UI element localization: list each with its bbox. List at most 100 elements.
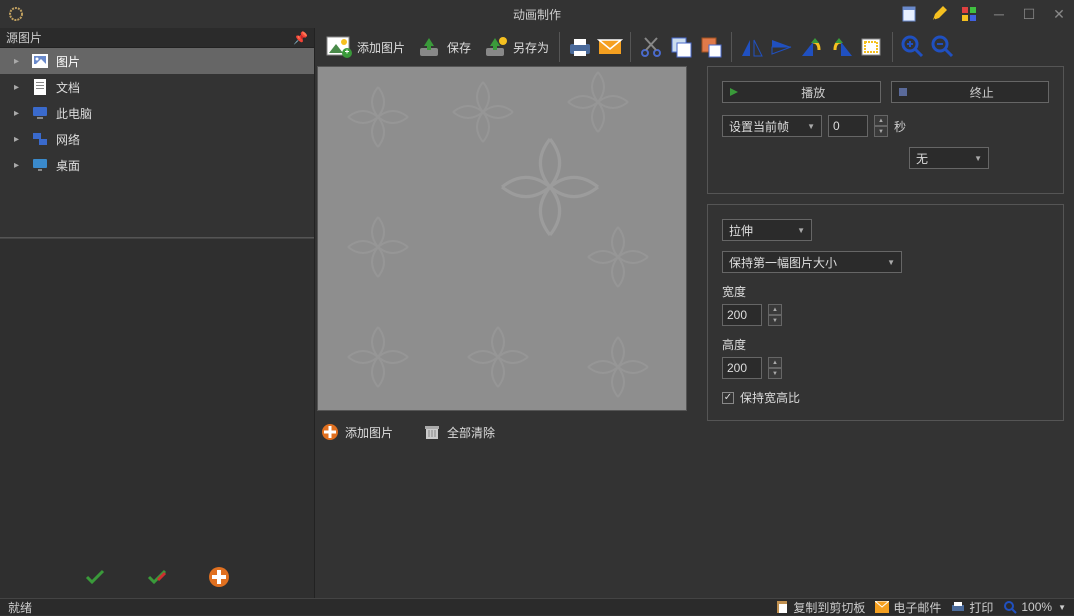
clipboard-icon [775, 600, 789, 614]
main-area: 源图片 📌 ▸ 图片 ▸ 文档 ▸ 此电脑 ▸ 网络 [0, 28, 1074, 598]
zoom-in-button[interactable] [899, 33, 927, 61]
crop-button[interactable] [858, 33, 886, 61]
tree-label: 文档 [56, 79, 80, 96]
saveas-label: 另存为 [513, 39, 549, 56]
width-spinner[interactable]: ▲▼ [768, 304, 782, 326]
width-input[interactable]: 200 [722, 304, 762, 326]
image-folder-icon [32, 53, 48, 69]
cut-button[interactable] [637, 33, 665, 61]
flip-h-button[interactable] [738, 33, 766, 61]
tree-item-desktop[interactable]: ▸ 桌面 [0, 152, 314, 178]
sidebar: 源图片 📌 ▸ 图片 ▸ 文档 ▸ 此电脑 ▸ 网络 [0, 28, 315, 598]
tree-item-documents[interactable]: ▸ 文档 [0, 74, 314, 100]
film-add-button[interactable]: 添加图片 [321, 423, 393, 441]
status-clipboard-button[interactable]: 复制到剪切板 [775, 599, 865, 616]
printer-icon [951, 601, 965, 613]
add-image-label: 添加图片 [357, 39, 405, 56]
note-icon[interactable] [894, 0, 924, 28]
print-button[interactable] [566, 33, 594, 61]
zoom-out-button[interactable] [929, 33, 957, 61]
preview-panel [0, 238, 314, 598]
caret-down-icon: ▼ [1058, 603, 1066, 612]
stop-label: 终止 [916, 84, 1049, 101]
add-image-button[interactable]: 添加图片 [321, 31, 409, 63]
color-grid-icon[interactable] [954, 0, 984, 28]
film-clear-button[interactable]: 全部清除 [423, 423, 495, 441]
add-image-icon [325, 33, 353, 61]
minimize-button[interactable]: ─ [984, 0, 1014, 28]
play-button[interactable]: 播放 [722, 81, 881, 103]
paste-button[interactable] [697, 33, 725, 61]
film-clear-label: 全部清除 [447, 424, 495, 441]
caret-down-icon: ▼ [887, 258, 895, 267]
rotate-right-button[interactable] [828, 33, 856, 61]
size-panel: 拉伸 ▼ 保持第一幅图片大小 ▼ 宽度 200 ▲▼ [707, 204, 1064, 421]
status-email-button[interactable]: 电子邮件 [875, 599, 941, 616]
size-mode-select[interactable]: 拉伸 ▼ [722, 219, 812, 241]
tree-label: 网络 [56, 131, 80, 148]
status-zoom[interactable]: 100% ▼ [1003, 600, 1066, 614]
frame-value-input[interactable]: 0 [828, 115, 868, 137]
sidebar-header: 源图片 📌 [0, 28, 314, 48]
magnifier-icon [1003, 600, 1017, 614]
effect-select[interactable]: 无 ▼ [909, 147, 989, 169]
tree-expand-icon[interactable]: ▸ [14, 108, 24, 119]
tree-item-computer[interactable]: ▸ 此电脑 [0, 100, 314, 126]
stop-button[interactable]: 终止 [891, 81, 1050, 103]
add-orange-icon[interactable] [208, 566, 230, 588]
keep-aspect-label: 保持宽高比 [740, 389, 800, 406]
trash-icon [423, 423, 441, 441]
save-label: 保存 [447, 39, 471, 56]
checkbox-icon: ✓ [722, 392, 734, 404]
save-icon [415, 33, 443, 61]
check-green-icon[interactable] [84, 566, 106, 588]
effect-label: 无 [916, 150, 928, 167]
tree-label: 图片 [56, 53, 80, 70]
flip-v-button[interactable] [768, 33, 796, 61]
caret-down-icon: ▼ [974, 154, 982, 163]
saveas-icon [481, 33, 509, 61]
film-actions: 添加图片 全部清除 [317, 417, 697, 447]
tree-expand-icon[interactable]: ▸ [14, 56, 24, 67]
frame-mode-select[interactable]: 设置当前帧 ▼ [722, 115, 822, 137]
pencil-icon[interactable] [924, 0, 954, 28]
rotate-left-button[interactable] [798, 33, 826, 61]
film-add-label: 添加图片 [345, 424, 393, 441]
sidebar-title: 源图片 [6, 29, 42, 46]
email-icon [875, 601, 889, 613]
size-source-select[interactable]: 保持第一幅图片大小 ▼ [722, 251, 902, 273]
source-tree: ▸ 图片 ▸ 文档 ▸ 此电脑 ▸ 网络 ▸ 桌面 [0, 48, 314, 238]
stop-icon [898, 87, 908, 97]
height-spinner[interactable]: ▲▼ [768, 357, 782, 379]
status-print-button[interactable]: 打印 [951, 599, 993, 616]
toolbar: 添加图片 保存 另存为 [315, 28, 1074, 66]
play-panel: 播放 终止 设置当前帧 ▼ 0 ▲▼ 秒 [707, 66, 1064, 194]
size-source-label: 保持第一幅图片大小 [729, 254, 837, 271]
width-label: 宽度 [722, 283, 1049, 300]
maximize-button[interactable]: ☐ [1014, 0, 1044, 28]
tree-expand-icon[interactable]: ▸ [14, 160, 24, 171]
plus-orange-icon [321, 423, 339, 441]
height-input[interactable]: 200 [722, 357, 762, 379]
document-icon [32, 79, 48, 95]
height-label: 高度 [722, 336, 1049, 353]
preview-actions [0, 562, 314, 592]
canvas[interactable] [317, 66, 687, 411]
tree-label: 此电脑 [56, 105, 92, 122]
tree-expand-icon[interactable]: ▸ [14, 134, 24, 145]
tree-item-images[interactable]: ▸ 图片 [0, 48, 314, 74]
caret-down-icon: ▼ [807, 122, 815, 131]
tree-item-network[interactable]: ▸ 网络 [0, 126, 314, 152]
pin-icon[interactable]: 📌 [293, 31, 308, 45]
tree-expand-icon[interactable]: ▸ [14, 82, 24, 93]
close-button[interactable]: ✕ [1044, 0, 1074, 28]
email-button[interactable] [596, 33, 624, 61]
saveas-button[interactable]: 另存为 [477, 31, 553, 63]
save-button[interactable]: 保存 [411, 31, 475, 63]
tree-label: 桌面 [56, 157, 80, 174]
keep-aspect-checkbox[interactable]: ✓ 保持宽高比 [722, 389, 1049, 406]
check-red-icon[interactable] [146, 566, 168, 588]
copy-button[interactable] [667, 33, 695, 61]
frame-spinner[interactable]: ▲▼ [874, 115, 888, 137]
statusbar: 就绪 复制到剪切板 电子邮件 打印 100% ▼ [0, 598, 1074, 615]
